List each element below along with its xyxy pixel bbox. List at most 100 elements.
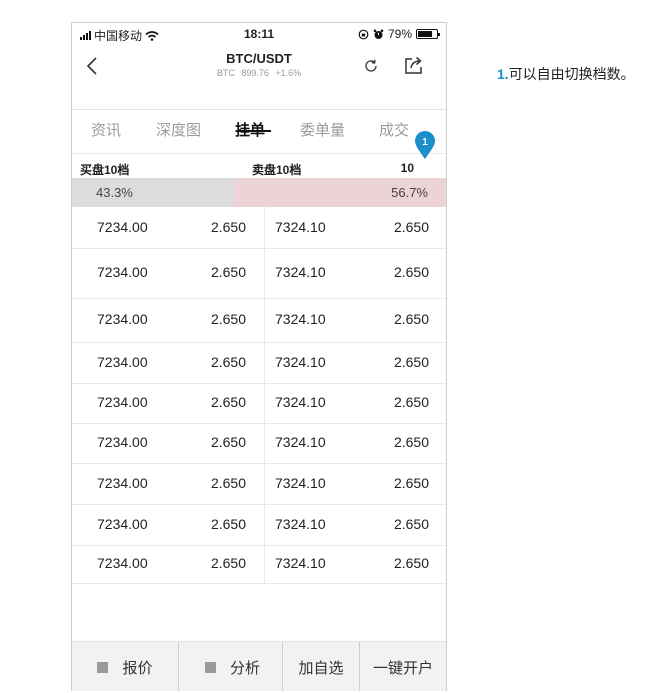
bid-price: 7234.00 [97, 311, 148, 327]
row-divider [264, 298, 265, 342]
pair-price: 899.76 [241, 68, 269, 78]
ask-price: 7324.10 [275, 516, 326, 532]
bottom-action-bar: 报价 分析 加自选 一键开户 [72, 641, 446, 691]
ask-price: 7324.10 [275, 475, 326, 491]
bid-quantity: 2.650 [210, 219, 246, 235]
buy-levels-label: 买盘10档 [80, 163, 130, 177]
quote-square-icon [97, 661, 109, 673]
bid-quantity: 2.650 [210, 394, 246, 410]
pair-title: BTC/USDT [226, 51, 292, 66]
table-row: 7234.00 2.650 7324.10 2.650 [72, 298, 446, 343]
marker-icon: 1 [415, 131, 435, 159]
pair-symbol: BTC [216, 68, 235, 78]
ask-price: 7324.10 [275, 219, 326, 235]
ask-quantity: 2.650 [393, 311, 429, 327]
bid-quantity: 2.650 [210, 311, 246, 327]
table-row: 7234.00 2.650 7324.10 2.650 [72, 248, 446, 299]
ask-quantity: 2.650 [393, 264, 429, 280]
ask-price: 7324.10 [275, 394, 326, 410]
ask-quantity: 2.650 [393, 354, 429, 370]
tab-trades[interactable]: 成交 [379, 119, 409, 140]
sell-ratio-value: 56.7% [391, 185, 428, 200]
buy-sell-ratio-bar: 43.3% 56.7% [72, 178, 446, 207]
table-row: 7234.00 2.650 7324.10 2.650 [72, 463, 446, 505]
tab-news[interactable]: 资讯 [91, 119, 121, 140]
bid-quantity: 2.650 [210, 516, 246, 532]
open-account-label: 一键开户 [372, 659, 433, 677]
table-row: 7234.00 2.650 7324.10 2.650 [72, 342, 446, 384]
bid-price: 7234.00 [97, 354, 148, 370]
ask-price: 7324.10 [275, 354, 326, 370]
sell-ratio: 56.7% [233, 178, 446, 207]
tab-depth-chart[interactable]: 深度图 [156, 119, 201, 140]
quote-label: 报价 [122, 659, 153, 677]
ask-price: 7324.10 [275, 555, 326, 571]
lock-rotation-icon [358, 29, 369, 39]
bid-quantity: 2.650 [210, 434, 246, 450]
table-row: 7234.00 2.650 7324.10 2.650 [72, 383, 446, 424]
active-tab-underline [237, 130, 271, 132]
depth-level-selector[interactable]: 10 [401, 161, 414, 175]
row-divider [264, 248, 265, 298]
annotation-number: 1. [497, 66, 509, 82]
bid-quantity: 2.650 [210, 475, 246, 491]
row-divider [264, 463, 265, 504]
add-watchlist-label: 加自选 [298, 659, 344, 677]
ask-quantity: 2.650 [393, 555, 429, 571]
bid-price: 7234.00 [97, 434, 148, 450]
ask-price: 7324.10 [275, 264, 326, 280]
battery-fill [418, 31, 433, 37]
ask-quantity: 2.650 [393, 219, 429, 235]
ask-price: 7324.10 [275, 434, 326, 450]
annotation-text: 可以自由切换档数。 [508, 66, 635, 82]
order-book-header: 买盘10档 卖盘10档 10 [72, 153, 446, 179]
bid-quantity: 2.650 [210, 555, 246, 571]
marker-number: 1 [422, 137, 428, 148]
ask-price: 7324.10 [275, 311, 326, 327]
bid-price: 7234.00 [97, 475, 148, 491]
row-divider [264, 207, 265, 248]
row-divider [264, 504, 265, 545]
row-divider [264, 383, 265, 423]
battery-percent: 79% [387, 27, 412, 41]
ask-quantity: 2.650 [393, 434, 429, 450]
ask-quantity: 2.650 [393, 475, 429, 491]
phone-frame: 中国移动 18:11 79% BTC/USDT BTC 899.76 +1.6%… [71, 22, 447, 691]
annotation-note: 1.可以自由切换档数。 [497, 64, 635, 84]
quote-button[interactable]: 报价 [72, 642, 179, 691]
buy-ratio-value: 43.3% [96, 185, 133, 200]
bid-price: 7234.00 [97, 555, 148, 571]
share-icon[interactable] [404, 55, 424, 75]
pair-subtitle: BTC 899.76 +1.6% [72, 68, 446, 78]
table-row: 7234.00 2.650 7324.10 2.650 [72, 545, 446, 584]
bid-price: 7234.00 [97, 264, 148, 280]
battery-cap [438, 33, 440, 36]
refresh-icon[interactable] [364, 59, 378, 73]
analysis-square-icon [204, 661, 216, 673]
sell-levels-label: 卖盘10档 [252, 163, 302, 177]
row-divider [264, 545, 265, 583]
table-row: 7234.00 2.650 7324.10 2.650 [72, 423, 446, 464]
ask-quantity: 2.650 [393, 516, 429, 532]
bid-quantity: 2.650 [210, 264, 246, 280]
bid-price: 7234.00 [97, 516, 148, 532]
bid-quantity: 2.650 [210, 354, 246, 370]
bid-price: 7234.00 [97, 394, 148, 410]
pair-change: +1.6% [275, 68, 302, 78]
table-row: 7234.00 2.650 7324.10 2.650 [72, 207, 446, 249]
table-row: 7234.00 2.650 7324.10 2.650 [72, 504, 446, 546]
row-divider [264, 423, 265, 463]
buy-ratio: 43.3% [72, 178, 234, 207]
bid-price: 7234.00 [97, 219, 148, 235]
row-divider [264, 342, 265, 383]
status-right: 79% [358, 27, 440, 41]
status-bar: 中国移动 18:11 79% [72, 23, 446, 45]
analysis-button[interactable]: 分析 [179, 642, 286, 691]
tab-order-volume[interactable]: 委单量 [300, 119, 345, 140]
open-account-button[interactable]: 一键开户 [360, 642, 446, 691]
alarm-icon [373, 29, 384, 39]
add-watchlist-button[interactable]: 加自选 [282, 642, 360, 691]
ask-quantity: 2.650 [393, 394, 429, 410]
analysis-label: 分析 [229, 659, 260, 677]
battery-icon [416, 29, 440, 39]
